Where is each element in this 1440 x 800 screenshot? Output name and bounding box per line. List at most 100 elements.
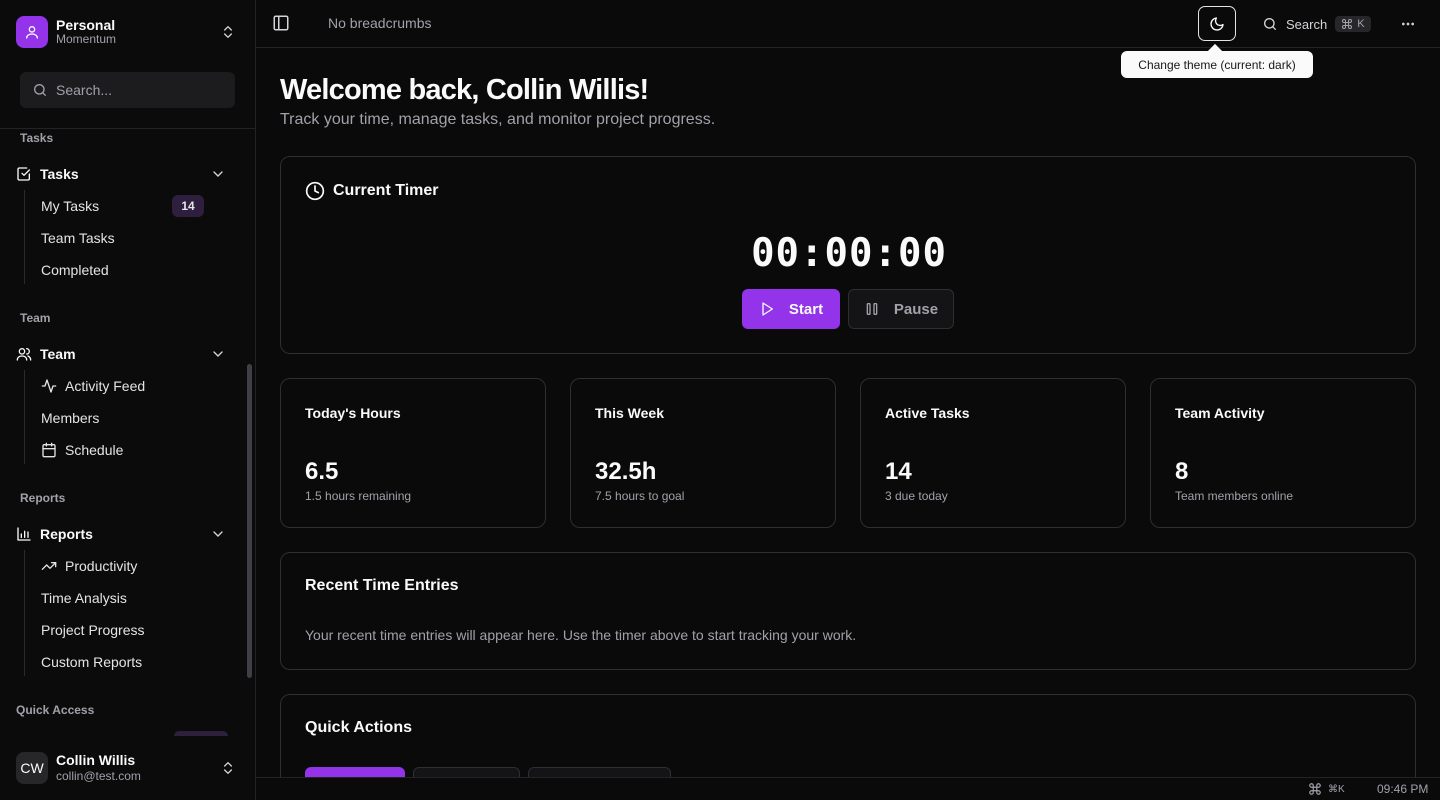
sidebar-item-productivity[interactable]: Productivity <box>41 556 137 576</box>
bar-chart-icon <box>16 526 32 542</box>
stat-label: Team Activity <box>1175 405 1265 421</box>
sidebar-search[interactable] <box>20 72 235 108</box>
chevron-down-icon <box>210 526 226 542</box>
stat-value: 8 <box>1175 458 1189 485</box>
quick-actions-title: Quick Actions <box>305 719 412 736</box>
clock-icon <box>305 181 325 201</box>
stat-sub: 7.5 hours to goal <box>595 489 685 503</box>
more-options-button[interactable] <box>1398 14 1418 34</box>
sidebar-toggle-icon[interactable] <box>272 14 292 34</box>
timer-title-label: Current Timer <box>333 182 439 199</box>
sidebar-item-members[interactable]: Members <box>41 408 99 428</box>
stat-label: This Week <box>595 405 664 421</box>
sidebar-group-tasks-label: Tasks <box>40 166 79 182</box>
pause-button-label: Pause <box>893 300 939 318</box>
status-time: 09:46 PM <box>1377 782 1429 796</box>
topbar: No breadcrumbs Search K <box>256 0 1440 48</box>
user-menu[interactable]: CW Collin Willis collin@test.com <box>16 752 240 784</box>
sidebar-item-project-progress[interactable]: Project Progress <box>41 620 144 640</box>
page-subtitle: Track your time, manage tasks, and monit… <box>280 111 716 128</box>
stat-sub: Team members online <box>1175 489 1294 503</box>
search-icon <box>32 82 48 98</box>
sidebar-divider <box>0 128 255 129</box>
quick-action-button-primary[interactable] <box>305 767 405 777</box>
page-title: Welcome back, Collin Willis! <box>280 74 649 106</box>
stat-value: 6.5 <box>305 458 339 485</box>
app: Personal Momentum Tasks Tasks <box>0 0 1440 800</box>
stat-card-active-tasks: Active Tasks 14 3 due today <box>860 378 1126 528</box>
breadcrumb: No breadcrumbs <box>328 15 432 31</box>
stat-card-this-week: This Week 32.5h 7.5 hours to goal <box>570 378 836 528</box>
chevrons-up-down-icon <box>220 760 236 776</box>
sidebar-item-label: Completed <box>41 262 109 278</box>
current-timer-card: Current Timer 00:00:00 Start Pause <box>280 156 1416 354</box>
pause-button[interactable]: Pause <box>848 289 954 329</box>
command-icon <box>1308 782 1322 796</box>
theme-toggle-button[interactable] <box>1198 6 1236 41</box>
sidebar-item-label: Team Tasks <box>41 230 115 246</box>
sidebar-item-time-analysis[interactable]: Time Analysis <box>41 588 127 608</box>
sidebar-item-custom-reports[interactable]: Custom Reports <box>41 652 142 672</box>
recent-entries-empty-text: Your recent time entries will appear her… <box>305 627 857 643</box>
recent-entries-title: Recent Time Entries <box>305 577 459 594</box>
more-horizontal-icon <box>1400 16 1416 32</box>
command-shortcut[interactable]: ⌘K <box>1308 782 1345 796</box>
trending-up-icon <box>41 558 57 574</box>
sidebar-item-team-tasks[interactable]: Team Tasks <box>41 228 115 248</box>
sidebar-item-label: Custom Reports <box>41 654 143 670</box>
sidebar-item-label: My Tasks <box>41 198 100 214</box>
sidebar-scrollbar[interactable] <box>247 364 252 678</box>
submenu-line <box>24 550 25 676</box>
quick-action-button-tertiary[interactable] <box>528 767 671 777</box>
group-label-reports: Reports <box>20 491 66 505</box>
command-icon <box>1341 18 1353 30</box>
group-label-team: Team <box>20 311 51 325</box>
status-bar: ⌘K 09:46 PM <box>256 777 1440 800</box>
quick-action-button-secondary[interactable] <box>413 767 520 777</box>
workspace-name: Personal <box>56 17 116 34</box>
command-shortcut-label: ⌘K <box>1328 783 1345 795</box>
quick-actions-card: Quick Actions <box>280 694 1416 777</box>
chevrons-up-down-icon <box>220 24 236 40</box>
quick-access-badge-partial <box>174 731 228 736</box>
my-tasks-count-badge: 14 <box>172 195 204 217</box>
moon-icon <box>1209 16 1225 32</box>
stat-label: Today's Hours <box>305 405 401 421</box>
sidebar-group-team-label: Team <box>40 346 76 362</box>
stat-card-team-activity: Team Activity 8 Team members online <box>1150 378 1416 528</box>
workspace-subtitle: Momentum <box>56 32 117 47</box>
calendar-icon <box>41 442 57 458</box>
sidebar-item-completed[interactable]: Completed <box>41 260 109 280</box>
stat-value: 32.5h <box>595 458 657 485</box>
workspace-switcher[interactable]: Personal Momentum <box>16 16 240 48</box>
sidebar-item-activity-feed[interactable]: Activity Feed <box>41 376 145 396</box>
sidebar-group-team[interactable]: Team <box>16 342 232 366</box>
search-button[interactable]: Search K <box>1262 13 1371 35</box>
sidebar-search-input[interactable] <box>56 82 226 98</box>
timer-display: 00:00:00 <box>751 231 947 276</box>
stat-card-todays-hours: Today's Hours 6.5 1.5 hours remaining <box>280 378 546 528</box>
chevron-down-icon <box>210 346 226 362</box>
user-email: collin@test.com <box>56 769 141 784</box>
stat-value: 14 <box>885 458 912 485</box>
stat-sub: 3 due today <box>885 489 948 503</box>
sidebar-item-label: Members <box>41 410 100 426</box>
play-icon <box>759 301 775 317</box>
sidebar-group-reports[interactable]: Reports <box>16 522 232 546</box>
search-shortcut-key: K <box>1357 18 1365 30</box>
sidebar-group-tasks[interactable]: Tasks <box>16 162 232 186</box>
timer-title: Current Timer <box>305 181 439 201</box>
sidebar-item-label: Schedule <box>65 442 124 458</box>
submenu-line <box>24 370 25 464</box>
sidebar-item-schedule[interactable]: Schedule <box>41 440 123 460</box>
recent-time-entries-card: Recent Time Entries Your recent time ent… <box>280 552 1416 670</box>
sidebar-item-label: Time Analysis <box>41 590 127 606</box>
start-button[interactable]: Start <box>742 289 840 329</box>
search-shortcut-kbd: K <box>1335 16 1371 32</box>
sidebar: Personal Momentum Tasks Tasks <box>0 0 256 800</box>
sidebar-item-label: Project Progress <box>41 622 145 638</box>
sidebar-item-my-tasks[interactable]: My Tasks <box>41 196 99 216</box>
users-icon <box>16 346 32 362</box>
activity-icon <box>41 378 57 394</box>
user-name: Collin Willis <box>56 752 136 769</box>
